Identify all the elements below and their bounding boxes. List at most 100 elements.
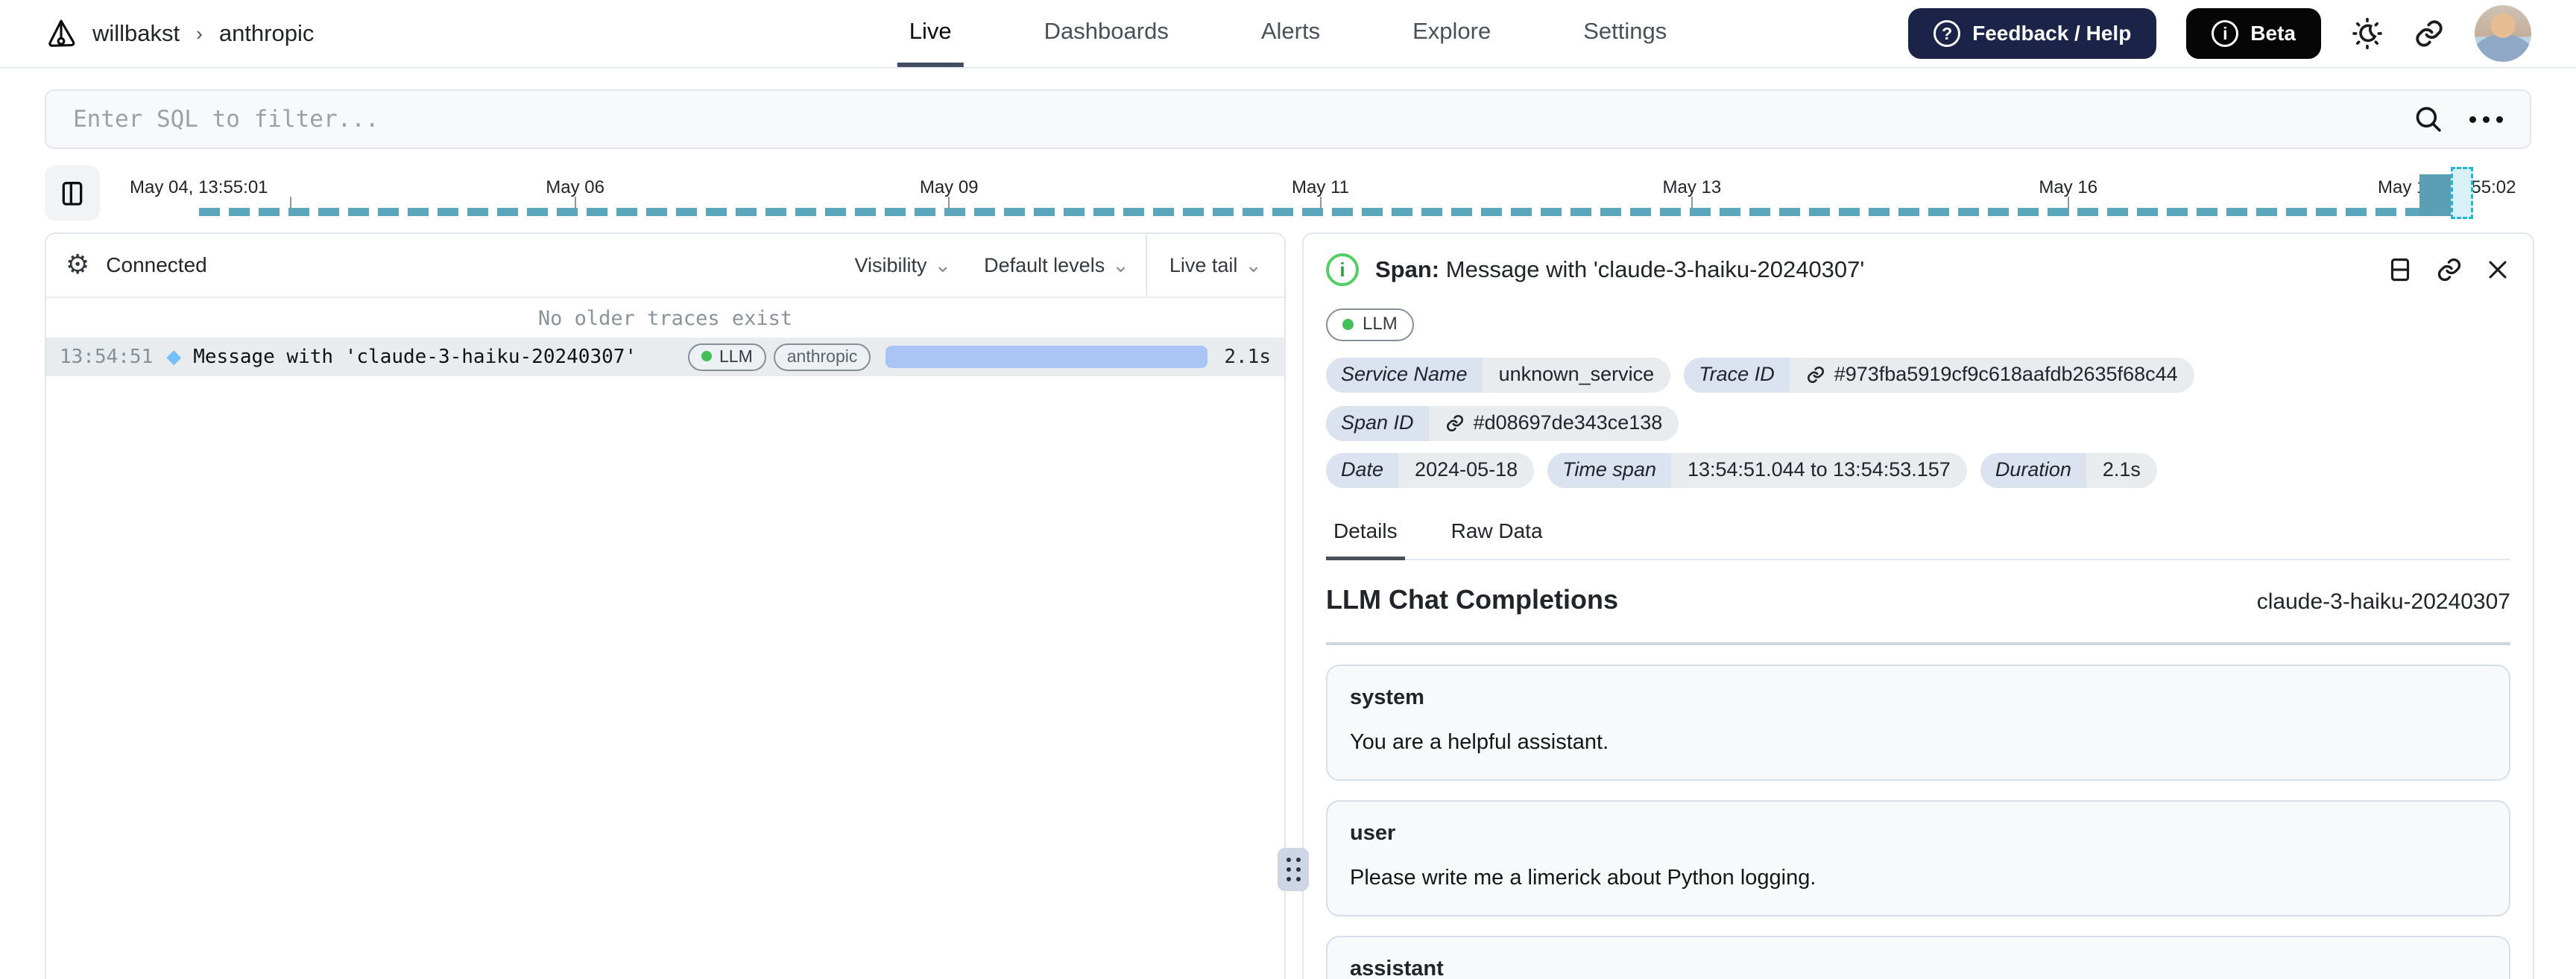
main-nav: Live Dashboards Alerts Explore Settings: [897, 0, 1679, 67]
span-properties-row-2: Date 2024-05-18 Time span 13:54:51.044 t…: [1326, 453, 2510, 488]
info-icon: i: [2212, 20, 2239, 47]
trace-list-panel: ⚙ Connected Visibility ⌄ Default levels …: [45, 232, 1286, 979]
feedback-help-button[interactable]: ? Feedback / Help: [1908, 8, 2157, 59]
theme-toggle-button[interactable]: [2351, 17, 2384, 50]
message-role: assistant: [1350, 957, 1444, 979]
trace-timestamp: 13:54:51: [60, 346, 154, 368]
span-title: Span: Message with 'claude-3-haiku-20240…: [1375, 256, 1865, 282]
timeline-label: May 06: [546, 177, 604, 197]
beta-label: Beta: [2250, 22, 2296, 45]
copy-link-button[interactable]: [2436, 256, 2463, 283]
search-button[interactable]: [2413, 104, 2444, 135]
section-divider: [1326, 642, 2510, 645]
span-detail-tabs: Details Raw Data: [1326, 519, 2510, 560]
message-text: You are a helpful assistant.: [1350, 730, 1609, 754]
default-levels-dropdown[interactable]: Default levels ⌄: [967, 234, 1146, 297]
prop-span-id[interactable]: Span ID #d08697de343ce138: [1326, 406, 1679, 441]
model-name: claude-3-haiku-20240307: [2256, 589, 2510, 614]
green-dot-icon: [1342, 318, 1354, 330]
link-icon: [1445, 414, 1465, 433]
tab-live[interactable]: Live: [897, 0, 964, 67]
moon-theme-icon: [2351, 17, 2384, 50]
timeline-selection-range[interactable]: [2450, 167, 2473, 219]
visibility-dropdown[interactable]: Visibility ⌄: [838, 234, 967, 297]
close-icon: [2485, 257, 2510, 282]
breadcrumb-separator-icon: ›: [196, 22, 203, 45]
connection-status: Connected: [106, 253, 207, 276]
header-actions: ? Feedback / Help i Beta: [1908, 5, 2531, 62]
timeline-histogram-bar: [2419, 174, 2452, 216]
tab-alerts[interactable]: Alerts: [1249, 0, 1332, 67]
prop-date: Date 2024-05-18: [1326, 453, 1535, 488]
span-properties-row-1: Service Name unknown_service Trace ID #9…: [1326, 358, 2510, 441]
message-text: Please write me a limerick about Python …: [1350, 866, 1816, 890]
source-badge: anthropic: [773, 343, 871, 371]
ellipsis-icon: [2469, 115, 2503, 123]
share-link-button[interactable]: [2414, 18, 2445, 49]
message-card-system: system You are a helpful assistant.: [1326, 665, 2510, 782]
tab-raw-data[interactable]: Raw Data: [1444, 519, 1550, 560]
tab-explore[interactable]: Explore: [1401, 0, 1503, 67]
timeline-label: May 04, 13:55:01: [130, 177, 268, 197]
timeline-activity-dashes: [198, 208, 2449, 216]
link-icon: [2414, 18, 2445, 49]
tab-details[interactable]: Details: [1326, 519, 1405, 560]
user-avatar[interactable]: [2475, 5, 2531, 62]
sql-filter-input[interactable]: [46, 91, 2413, 148]
section-title: LLM Chat Completions: [1326, 584, 1618, 615]
live-tail-dropdown[interactable]: Live tail ⌄: [1145, 234, 1284, 297]
panel-resize-handle[interactable]: [1278, 848, 1309, 891]
span-info-icon: i: [1326, 253, 1359, 286]
llm-badge: LLM: [688, 343, 766, 371]
link-icon: [1806, 365, 1825, 384]
trace-duration: 2.1s: [1224, 346, 1271, 368]
timeline-label: May 13: [1662, 177, 1722, 197]
green-dot-icon: [701, 351, 712, 361]
no-older-traces-message: No older traces exist: [537, 307, 793, 330]
breadcrumb-project[interactable]: anthropic: [219, 20, 315, 47]
link-icon: [2436, 256, 2463, 283]
tab-settings[interactable]: Settings: [1571, 0, 1679, 67]
duration-bar: [886, 346, 1208, 368]
breadcrumb-org[interactable]: willbakst: [92, 20, 180, 47]
message-card-user: user Please write me a limerick about Py…: [1326, 800, 2510, 917]
filter-section: [0, 69, 2576, 164]
gear-icon[interactable]: ⚙: [66, 252, 89, 279]
chevron-down-icon: ⌄: [1245, 253, 1262, 276]
llm-tag: LLM: [1326, 308, 1414, 341]
beta-button[interactable]: i Beta: [2186, 8, 2321, 59]
main-content: ⚙ Connected Visibility ⌄ Default levels …: [0, 232, 2576, 979]
time-range-histogram[interactable]: May 04, 13:55:01 May 06 May 09 May 11 Ma…: [119, 165, 2531, 221]
span-diamond-icon: ◆: [166, 346, 182, 368]
message-card-assistant: assistant Here's a limerick about Python…: [1326, 936, 2510, 979]
prop-trace-id[interactable]: Trace ID #973fba5919cf9c618aafdb2635f68c…: [1684, 358, 2194, 393]
breadcrumb[interactable]: willbakst › anthropic: [45, 17, 314, 50]
span-detail-panel: i Span: Message with 'claude-3-haiku-202…: [1302, 232, 2534, 979]
close-panel-button[interactable]: [2485, 257, 2510, 282]
split-view-button[interactable]: [2387, 256, 2414, 283]
trace-message: Message with 'claude-3-haiku-20240307': [193, 346, 637, 368]
split-panel-icon: [2387, 256, 2414, 283]
feedback-help-label: Feedback / Help: [1972, 22, 2132, 45]
top-navbar: willbakst › anthropic Live Dashboards Al…: [0, 0, 2576, 69]
trace-row[interactable]: 13:54:51 ◆ Message with 'claude-3-haiku-…: [46, 338, 1284, 376]
timeline-section: May 04, 13:55:01 May 06 May 09 May 11 Ma…: [0, 164, 2576, 232]
panel-toggle-icon: [57, 178, 87, 208]
trace-list-header: ⚙ Connected Visibility ⌄ Default levels …: [46, 234, 1284, 298]
span-header: i Span: Message with 'claude-3-haiku-202…: [1326, 253, 2510, 286]
sql-filter-bar: [45, 89, 2531, 149]
message-role: system: [1350, 685, 1424, 709]
filter-more-button[interactable]: [2469, 115, 2503, 123]
search-icon: [2413, 104, 2444, 135]
timeline-label: May 09: [919, 177, 979, 197]
timeline-label: May 11: [1292, 177, 1349, 197]
chevron-down-icon: ⌄: [934, 253, 952, 276]
app-logo-icon: [45, 17, 78, 50]
tab-dashboards[interactable]: Dashboards: [1032, 0, 1181, 67]
sidebar-toggle-button[interactable]: [45, 165, 100, 221]
chevron-down-icon: ⌄: [1112, 253, 1129, 276]
prop-duration: Duration 2.1s: [1980, 453, 2157, 488]
timeline-label: May 16: [2039, 177, 2098, 197]
prop-time-span: Time span 13:54:51.044 to 13:54:53.157: [1547, 453, 1967, 488]
prop-service-name: Service Name unknown_service: [1326, 358, 1671, 393]
